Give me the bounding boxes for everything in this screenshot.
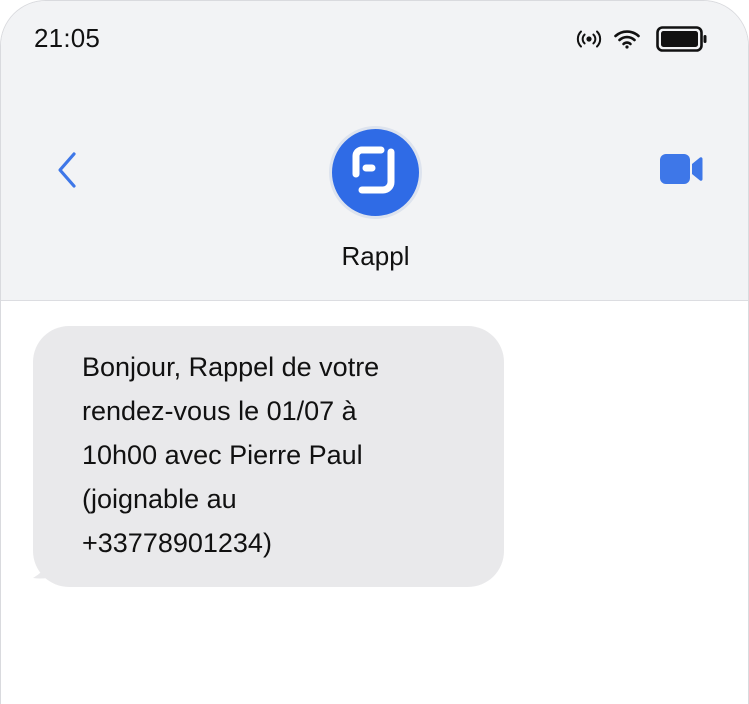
message-bubble: Bonjour, Rappel de votre rendez-vous le … — [33, 326, 504, 587]
phone-screen: 21:05 Rappl Bonjour, Rappel de votre ren… — [0, 0, 749, 704]
contact-name[interactable]: Rappl — [1, 241, 748, 272]
back-button[interactable] — [47, 149, 87, 195]
video-call-button[interactable] — [658, 151, 704, 191]
rappl-logo — [348, 142, 404, 203]
message-incoming[interactable]: Bonjour, Rappel de votre rendez-vous le … — [33, 326, 504, 587]
conversation-header: 21:05 Rappl — [1, 1, 748, 301]
battery-icon — [656, 26, 708, 52]
chevron-left-icon — [56, 151, 78, 194]
wifi-icon — [614, 29, 640, 49]
status-icons — [576, 25, 708, 53]
signal-icon — [576, 29, 602, 49]
contact-avatar[interactable] — [329, 126, 422, 219]
status-time: 21:05 — [34, 23, 101, 53]
video-camera-icon — [659, 153, 703, 190]
bubble-tail — [33, 536, 73, 585]
